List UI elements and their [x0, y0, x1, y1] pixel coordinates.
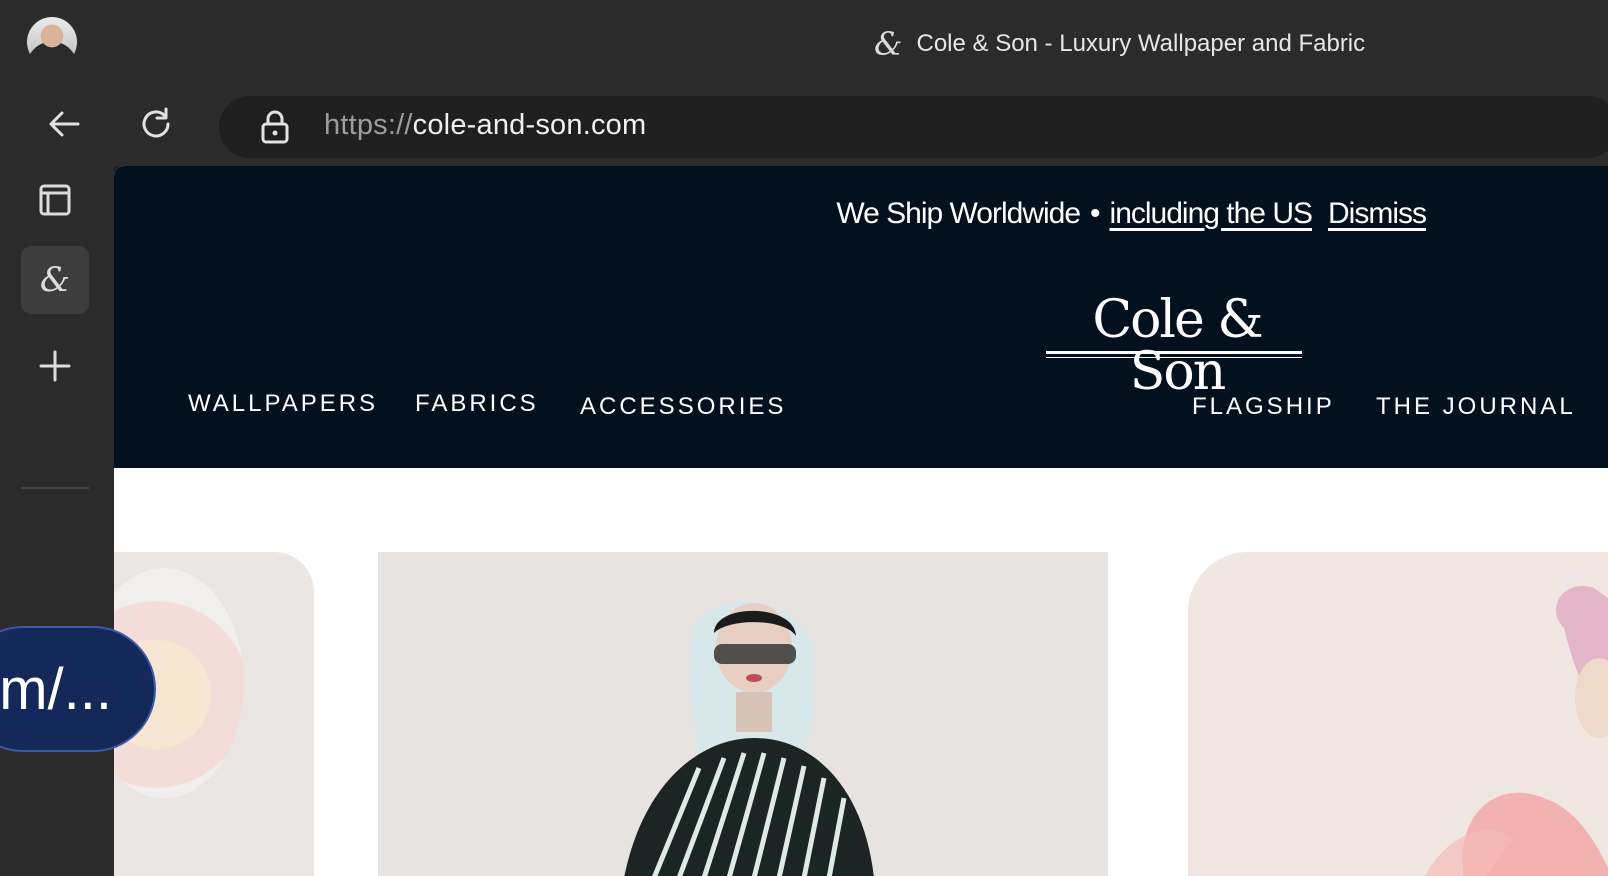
active-tab[interactable]: & Cole & Son - Luxury Wallpaper and Fabr…: [874, 26, 1365, 62]
logo-underline-thin: [1046, 357, 1302, 358]
new-tab-button[interactable]: [21, 332, 89, 400]
url-preview-pill[interactable]: m/...: [0, 626, 156, 752]
vertical-tabs-sidebar: &: [0, 166, 114, 876]
tab-actions-button[interactable]: [21, 166, 89, 234]
nav-wallpapers[interactable]: WALLPAPERS: [188, 390, 378, 418]
shipping-text: We Ship Worldwide: [836, 197, 1081, 230]
sidebar-divider: [21, 487, 89, 489]
shipping-banner: We Ship Worldwide • including the US Dismis…: [836, 197, 1427, 231]
nav-flagship[interactable]: FLAGSHIP: [1192, 393, 1335, 421]
logo-underline: [1046, 351, 1302, 354]
dismiss-link[interactable]: Dismiss: [1328, 197, 1427, 230]
title-bar: [0, 0, 1608, 90]
sidebar-tab-cole-and-son[interactable]: &: [21, 246, 89, 314]
url-text[interactable]: https://cole-and-son.com: [324, 109, 646, 142]
plus-icon: [39, 350, 71, 382]
back-arrow-icon: [49, 111, 80, 137]
bullet: •: [1090, 197, 1100, 230]
lock-icon[interactable]: [258, 108, 292, 146]
nav-accessories[interactable]: ACCESSORIES: [580, 393, 786, 421]
site-logo[interactable]: Cole & Son: [1046, 294, 1308, 398]
profile-avatar[interactable]: [27, 17, 77, 67]
nav-the-journal[interactable]: THE JOURNAL: [1376, 393, 1576, 421]
site-header: We Ship Worldwide • including the US Dismis…: [114, 166, 1608, 468]
reload-icon: [142, 107, 170, 138]
tab-title-text: Cole & Son - Luxury Wallpaper and Fabric: [916, 30, 1366, 57]
tab-actions-icon: [39, 184, 71, 216]
fashion-figure-illustration: [624, 601, 874, 876]
including-us-link[interactable]: including the US: [1110, 197, 1313, 230]
back-button[interactable]: [44, 104, 84, 144]
url-host: cole-and-son.com: [412, 109, 647, 141]
pink-figure-illustration: [1425, 586, 1608, 876]
hero-illustration[interactable]: [114, 468, 1608, 876]
nav-fabrics[interactable]: FABRICS: [415, 390, 539, 418]
ampersand-favicon-icon: &: [39, 260, 71, 300]
web-page: We Ship Worldwide • including the US Dismis…: [114, 166, 1608, 876]
url-scheme: https://: [324, 109, 413, 141]
reload-button[interactable]: [136, 104, 176, 144]
tab-favicon-icon: &: [874, 25, 903, 63]
